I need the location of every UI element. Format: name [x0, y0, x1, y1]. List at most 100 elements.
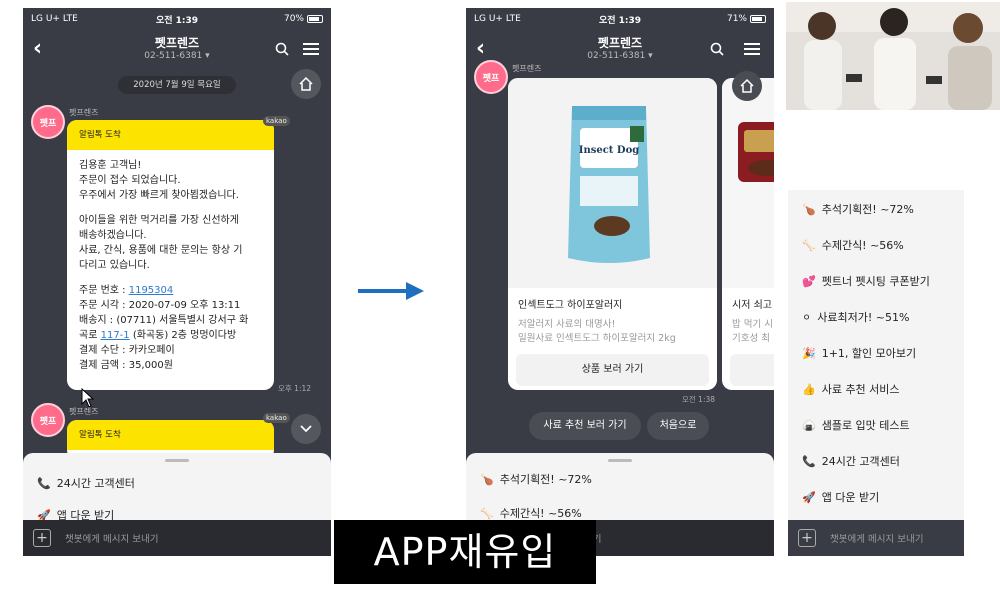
- message-line: 배송하겠습니다.: [79, 230, 147, 241]
- drumstick-icon: 🍗: [480, 472, 494, 486]
- menu-item-app-download[interactable]: 🚀 앱 다운 받기: [802, 489, 879, 505]
- presenters-photo: [786, 2, 1000, 110]
- notification-message-bubble: 알림톡 도착 김용훈 고객님! 주문이 접수 되었습니다. 우주에서 가장 빠르…: [67, 120, 274, 390]
- search-icon[interactable]: [275, 42, 289, 56]
- kakao-badge: kakao: [263, 116, 290, 126]
- message-time: 오후 1:12: [278, 384, 312, 393]
- delivery-address: 배송지 : (07711) 서울특별시 강서구 화: [79, 315, 249, 326]
- product-description: 밥 먹기 시 기호성 최: [732, 318, 773, 346]
- scroll-down-icon[interactable]: [291, 414, 321, 444]
- menu-item-lowest-price[interactable]: ⚪ 사료최저가! ~51%: [802, 309, 909, 325]
- menu-item-chuseok-sale[interactable]: 🍗 추석기획전! ~72%: [480, 471, 592, 487]
- menu-item-label: 샘플로 입맛 테스트: [821, 419, 910, 432]
- message-input-bar: + 챗봇에게 메시지 보내기: [23, 520, 331, 556]
- menu-item-label: 수제간식! ~56%: [499, 507, 582, 520]
- sheet-handle[interactable]: [608, 459, 632, 462]
- message-input[interactable]: 챗봇에게 메시지 보내기: [830, 531, 923, 545]
- menu-item-label: 24시간 고객센터: [56, 477, 135, 490]
- party-icon: 🎉: [802, 346, 816, 360]
- battery-percent: 70%: [283, 14, 304, 24]
- delivery-address-cont: 곡로 117-1 (화곡동) 2층 멍멍이다방: [79, 328, 262, 343]
- address-prefix: 곡로: [79, 330, 101, 341]
- hearts-icon: 💕: [802, 274, 816, 288]
- status-bar: LG U+ LTE 오전 1:39 70%: [23, 8, 331, 30]
- chat-header: ‹ 펫프렌즈 02-511-6381 ▾: [23, 30, 331, 70]
- plus-icon[interactable]: +: [798, 529, 816, 547]
- order-number-label: 주문 번호 :: [79, 285, 129, 296]
- rice-ball-icon: 🍙: [802, 418, 816, 432]
- menu-item-handmade-snacks[interactable]: 🦴 수제간식! ~56%: [480, 505, 582, 521]
- message-line: 우주에서 가장 빠르게 찾아뵙겠습니다.: [79, 190, 239, 201]
- payment-amount: 결제 금액 : 35,000원: [79, 360, 173, 371]
- view-product-button-partial[interactable]: [730, 354, 774, 386]
- product-card[interactable]: Insect Dog 인섹트도그 하이포알러지 저알러지 사료의 대명사! 일원…: [508, 78, 717, 390]
- menu-item-label: 추석기획전! ~72%: [499, 473, 592, 486]
- home-icon[interactable]: [291, 69, 321, 99]
- hamburger-menu-icon[interactable]: [303, 43, 319, 55]
- description-line: 일원사료 인섹트도그 하이포알러지 2kg: [518, 333, 676, 344]
- menu-item-one-plus-one[interactable]: 🎉 1+1, 할인 모아보기: [802, 345, 916, 361]
- bag-brand-text: Insect Dog: [579, 145, 639, 156]
- order-time: 주문 시각 : 2020-07-09 오후 13:11: [79, 300, 241, 311]
- sender-name: 펫프렌즈: [69, 108, 99, 117]
- menu-item-label: 추석기획전! ~72%: [821, 203, 914, 216]
- plus-icon[interactable]: +: [33, 529, 51, 547]
- subtitle-caption: APP재유입: [334, 520, 596, 584]
- menu-item-label: 펫트너 펫시팅 쿠폰받기: [821, 275, 930, 288]
- battery-icon: [307, 15, 323, 23]
- sender-name: 펫프렌즈: [512, 64, 542, 73]
- product-description: 저알러지 사료의 대명사! 일원사료 인섹트도그 하이포알러지 2kg: [518, 318, 676, 346]
- bone-icon: 🦴: [802, 238, 816, 252]
- battery-indicator: 71%: [727, 14, 766, 24]
- phone-icon: 📞: [37, 476, 51, 490]
- message-line: 아이들을 위한 먹거리를 가장 신선하게: [79, 215, 239, 226]
- notification-header: 알림톡 도착: [67, 120, 274, 150]
- avatar[interactable]: 펫프: [31, 105, 65, 139]
- menu-item-label: 사료최저가! ~51%: [817, 311, 910, 324]
- phone-icon: 📞: [802, 454, 816, 468]
- address-link[interactable]: 117-1: [101, 330, 130, 341]
- message-input-bar: + 챗봇에게 메시지 보내기: [788, 520, 964, 556]
- order-number-link[interactable]: 1195304: [129, 285, 174, 296]
- menu-item-chuseok-sale[interactable]: 🍗 추석기획전! ~72%: [802, 201, 914, 217]
- message-line: 사료, 간식, 용품에 대한 문의는 항상 기: [79, 245, 243, 256]
- ball-icon: ⚪: [802, 310, 812, 324]
- date-divider: 2020년 7월 9일 목요일: [118, 76, 236, 94]
- menu-item-food-recommendation[interactable]: 👍 사료 추천 서비스: [802, 381, 900, 397]
- menu-item-sample-test[interactable]: 🍙 샘플로 입맛 테스트: [802, 417, 910, 433]
- search-icon[interactable]: [710, 42, 724, 56]
- recommend-food-button[interactable]: 사료 추천 보러 가기: [529, 412, 641, 440]
- description-line: 기호성 최: [732, 333, 770, 344]
- hamburger-menu-icon[interactable]: [744, 43, 760, 55]
- message-input[interactable]: 챗봇에게 메시지 보내기: [65, 531, 158, 545]
- avatar[interactable]: 펫프: [474, 60, 508, 94]
- menu-item-customer-center[interactable]: 📞 24시간 고객센터: [802, 453, 900, 469]
- description-line: 저알러지 사료의 대명사!: [518, 319, 616, 330]
- rocket-icon: 🚀: [802, 490, 816, 504]
- right-arrow-icon: [358, 282, 424, 300]
- view-product-button[interactable]: 상품 보러 가기: [516, 354, 709, 386]
- product-card-partial[interactable]: 시저 쇠고 밥 먹기 시 기호성 최: [722, 78, 774, 390]
- home-icon[interactable]: [732, 71, 762, 101]
- payment-method: 결제 수단 : 카카오페이: [79, 345, 175, 356]
- go-home-button[interactable]: 처음으로: [647, 412, 709, 440]
- menu-item-label: 앱 다운 받기: [821, 491, 880, 504]
- sender-name: 펫프렌즈: [69, 407, 99, 416]
- menu-item-petsitting-coupon[interactable]: 💕 펫트너 펫시팅 쿠폰받기: [802, 273, 930, 289]
- product-image: Insect Dog: [508, 78, 717, 288]
- address-suffix: (화곡동) 2층 멍멍이다방: [129, 330, 237, 341]
- chat-title: 펫프렌즈: [597, 36, 643, 50]
- drumstick-icon: 🍗: [802, 202, 816, 216]
- presenter-video-thumbnail: [786, 2, 1000, 110]
- notification-header: 알림톡 도착: [67, 420, 274, 450]
- chat-phone-number[interactable]: 02-511-6381 ▾: [466, 51, 774, 61]
- menu-item-handmade-snacks[interactable]: 🦴 수제간식! ~56%: [802, 237, 904, 253]
- avatar[interactable]: 펫프: [31, 403, 65, 437]
- message-time: 오전 1:38: [682, 395, 716, 404]
- expanded-quick-menu: 🍗 추석기획전! ~72% 🦴 수제간식! ~56% 💕 펫트너 펫시팅 쿠폰받기 ⚪…: [788, 190, 964, 556]
- status-bar: LG U+ LTE 오전 1:39 71%: [466, 8, 774, 30]
- dog-food-bag-image: Insect Dog: [568, 106, 650, 263]
- sheet-handle[interactable]: [165, 459, 189, 462]
- menu-item-customer-center[interactable]: 📞 24시간 고객센터: [37, 475, 135, 491]
- left-phone-screen: LG U+ LTE 오전 1:39 70% ‹ 펫프렌즈 02-511-6381…: [23, 8, 331, 556]
